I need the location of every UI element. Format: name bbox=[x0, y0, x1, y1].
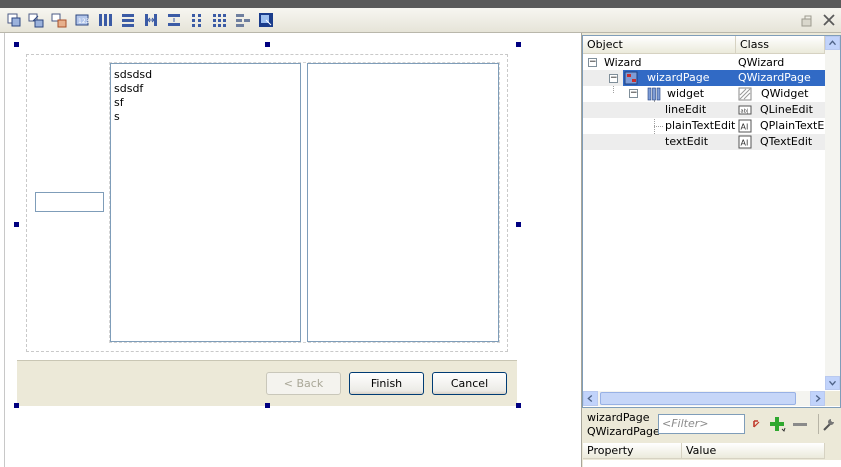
scroll-thumb[interactable] bbox=[600, 392, 796, 405]
plain-text-line: sdsdf bbox=[114, 82, 144, 95]
plain-text-line: sf bbox=[114, 96, 124, 109]
tree-row-widget[interactable]: − widget QWidget bbox=[583, 86, 825, 102]
tree-row-lineedit[interactable]: lineEdit ab| QLineEdit bbox=[583, 102, 825, 118]
class-name-label: QWizardPage bbox=[587, 425, 660, 438]
layout-vertical-icon[interactable] bbox=[120, 12, 136, 28]
object-name: Wizard bbox=[604, 56, 642, 69]
column-header-class[interactable]: Class bbox=[736, 36, 825, 54]
object-class: QTextEdit bbox=[760, 135, 813, 148]
object-name: lineEdit bbox=[665, 103, 707, 116]
svg-text:AI: AI bbox=[741, 139, 749, 148]
resize-handle-bottom-right[interactable] bbox=[516, 403, 521, 408]
adjust-size-icon[interactable] bbox=[258, 12, 274, 28]
column-header-object[interactable]: Object bbox=[583, 36, 736, 54]
title-band bbox=[0, 0, 841, 8]
widget-layout-icon bbox=[647, 87, 661, 101]
svg-text:123: 123 bbox=[78, 18, 90, 25]
column-header-property[interactable]: Property bbox=[583, 443, 682, 459]
resize-handle-top-left[interactable] bbox=[14, 42, 19, 47]
layout-form-icon[interactable] bbox=[189, 12, 205, 28]
object-name: plainTextEdit bbox=[665, 119, 736, 132]
configure-icon[interactable] bbox=[821, 416, 837, 432]
tree-row-plaintextedit[interactable]: plainTextEdit AI QPlainTextEdit bbox=[583, 118, 839, 134]
collapse-icon[interactable]: − bbox=[609, 74, 618, 83]
form-toolbar: 123 bbox=[0, 8, 841, 33]
back-button[interactable]: < Back bbox=[266, 372, 341, 395]
text-edit[interactable] bbox=[307, 63, 499, 342]
object-name-label: wizardPage bbox=[587, 411, 650, 424]
scroll-corner bbox=[825, 391, 840, 406]
plain-text-edit[interactable]: sdsdsd sdsdf sf s bbox=[110, 63, 301, 342]
add-property-icon[interactable] bbox=[768, 416, 786, 432]
plain-text-line: sdsdsd bbox=[114, 68, 153, 81]
horizontal-scrollbar[interactable] bbox=[583, 391, 825, 406]
plain-text-edit-class-icon: AI bbox=[738, 119, 752, 133]
edit-widgets-icon[interactable] bbox=[6, 12, 22, 28]
tree-row-textedit[interactable]: textEdit AI QTextEdit bbox=[583, 134, 825, 150]
finish-button[interactable]: Finish bbox=[349, 372, 424, 395]
line-edit[interactable] bbox=[35, 192, 104, 212]
qwidget-class-icon bbox=[738, 87, 752, 101]
object-name: textEdit bbox=[665, 135, 709, 148]
svg-text:AI: AI bbox=[741, 123, 749, 132]
scroll-left-icon[interactable] bbox=[583, 391, 598, 406]
layout-horizontal-icon[interactable] bbox=[97, 12, 113, 28]
layout-horizontal-splitter-icon[interactable] bbox=[143, 12, 159, 28]
layout-grid-icon[interactable] bbox=[212, 12, 228, 28]
column-header-value[interactable]: Value bbox=[682, 443, 825, 459]
object-name: wizardPage bbox=[647, 71, 710, 84]
scroll-up-icon[interactable] bbox=[825, 36, 840, 50]
edit-signals-icon[interactable] bbox=[28, 12, 44, 28]
designer-window: 123 sdsdsd sdsdf sf s < Back Finish Canc… bbox=[0, 0, 841, 467]
object-class: QWidget bbox=[761, 87, 809, 100]
resize-handle-right[interactable] bbox=[516, 222, 521, 227]
tree-row-wizard[interactable]: − Wizard QWizard bbox=[583, 55, 825, 71]
edit-buddies-icon[interactable] bbox=[51, 12, 67, 28]
cancel-button[interactable]: Cancel bbox=[432, 372, 507, 395]
object-class: QWizardPage bbox=[738, 71, 811, 84]
tree-row-wizardpage[interactable]: wizardPage QWizardPage bbox=[623, 70, 825, 86]
break-layout-icon[interactable] bbox=[235, 12, 251, 28]
edit-tab-order-icon[interactable]: 123 bbox=[74, 12, 90, 28]
collapse-icon[interactable]: − bbox=[629, 89, 638, 98]
resize-handle-top[interactable] bbox=[265, 42, 270, 47]
remove-property-icon[interactable] bbox=[792, 416, 808, 432]
text-edit-class-icon: AI bbox=[738, 135, 752, 149]
close-icon[interactable] bbox=[822, 13, 836, 27]
svg-text:ab|: ab| bbox=[741, 109, 749, 115]
line-edit-class-icon: ab| bbox=[738, 103, 752, 117]
editor-left-edge bbox=[0, 33, 5, 467]
layout-vertical-splitter-icon[interactable] bbox=[166, 12, 182, 28]
object-class: QLineEdit bbox=[760, 103, 813, 116]
reset-icon[interactable] bbox=[750, 417, 764, 431]
object-name: widget bbox=[667, 87, 705, 100]
scroll-down-icon[interactable] bbox=[825, 376, 840, 390]
toolbar-separator bbox=[818, 414, 819, 434]
filter-input[interactable]: <Filter> bbox=[658, 414, 745, 434]
wizard-page-icon bbox=[624, 71, 638, 85]
resize-handle-bottom[interactable] bbox=[265, 403, 270, 408]
object-class: QWizard bbox=[738, 56, 785, 69]
resize-handle-left[interactable] bbox=[14, 222, 19, 227]
vertical-scrollbar[interactable] bbox=[825, 36, 840, 390]
resize-handle-bottom-left[interactable] bbox=[14, 403, 19, 408]
resize-handle-top-right[interactable] bbox=[516, 42, 521, 47]
float-icon[interactable] bbox=[800, 13, 814, 27]
plain-text-line: s bbox=[114, 110, 120, 123]
scroll-right-icon[interactable] bbox=[810, 391, 825, 406]
property-list bbox=[583, 460, 841, 467]
property-editor-object-label: wizardPage QWizardPage bbox=[587, 411, 660, 439]
collapse-icon[interactable]: − bbox=[588, 58, 597, 67]
